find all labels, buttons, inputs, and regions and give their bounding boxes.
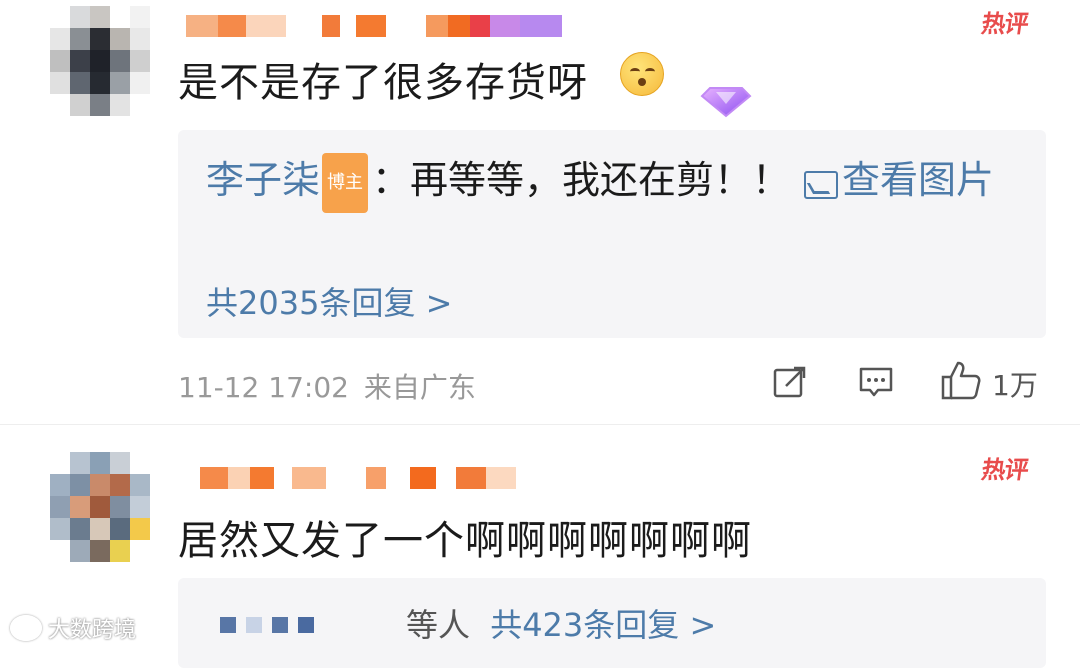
view-image-link[interactable]: 查看图片 bbox=[842, 158, 994, 202]
reply-author-link[interactable]: 李子柒 bbox=[206, 158, 320, 202]
reply-line: 李子柒 博主 ：再等等，我还在剪！！ 查看图片 bbox=[206, 152, 1026, 219]
image-icon[interactable] bbox=[804, 170, 839, 199]
comment-divider bbox=[0, 424, 1080, 425]
comment-location: 来自广东 bbox=[363, 371, 476, 404]
comment-datetime: 11-12 17:02 bbox=[178, 371, 349, 404]
hot-comment-badge: 热评 bbox=[979, 456, 1030, 484]
hot-comment-badge: 热评 bbox=[979, 10, 1030, 38]
diamond-badge-icon bbox=[700, 87, 752, 118]
thumbs-up-icon[interactable] bbox=[940, 360, 982, 400]
reply-suffix: 等人 bbox=[406, 606, 471, 644]
watermark: 大数跨境 bbox=[10, 612, 136, 644]
replier-avatars-mosaic bbox=[220, 616, 314, 634]
blogger-badge: 博主 bbox=[322, 152, 369, 213]
comment-timestamp: 11-12 17:02 来自广东 bbox=[178, 366, 476, 406]
avatar[interactable] bbox=[50, 6, 150, 116]
reply-separator: ： bbox=[372, 158, 411, 202]
share-icon[interactable] bbox=[772, 364, 808, 400]
reply-count-link[interactable]: 共423条回复 > bbox=[490, 606, 716, 644]
reply-count-line[interactable]: 等人 共423条回复 > bbox=[406, 600, 716, 646]
watermark-logo-icon bbox=[10, 615, 42, 641]
reply-content: 再等等，我还在剪！！ bbox=[410, 158, 791, 202]
comment-text: 是不是存了很多存货呀 bbox=[178, 60, 588, 106]
kiss-emoji-icon bbox=[620, 52, 664, 96]
reply-count-link[interactable]: 共2035条回复 > bbox=[206, 278, 452, 324]
avatar[interactable] bbox=[50, 452, 150, 562]
comment-text: 居然又发了一个啊啊啊啊啊啊啊 bbox=[178, 518, 752, 564]
reply-preview-box[interactable]: 李子柒 博主 ：再等等，我还在剪！！ 查看图片 共2035条回复 > bbox=[178, 130, 1046, 338]
username-mosaic[interactable] bbox=[186, 14, 562, 38]
watermark-text: 大数跨境 bbox=[48, 618, 137, 643]
comment-icon[interactable] bbox=[858, 364, 894, 400]
reply-preview-box[interactable]: 等人 共423条回复 > bbox=[178, 578, 1046, 668]
username-mosaic[interactable] bbox=[200, 466, 516, 490]
like-count: 1万 bbox=[992, 369, 1038, 402]
